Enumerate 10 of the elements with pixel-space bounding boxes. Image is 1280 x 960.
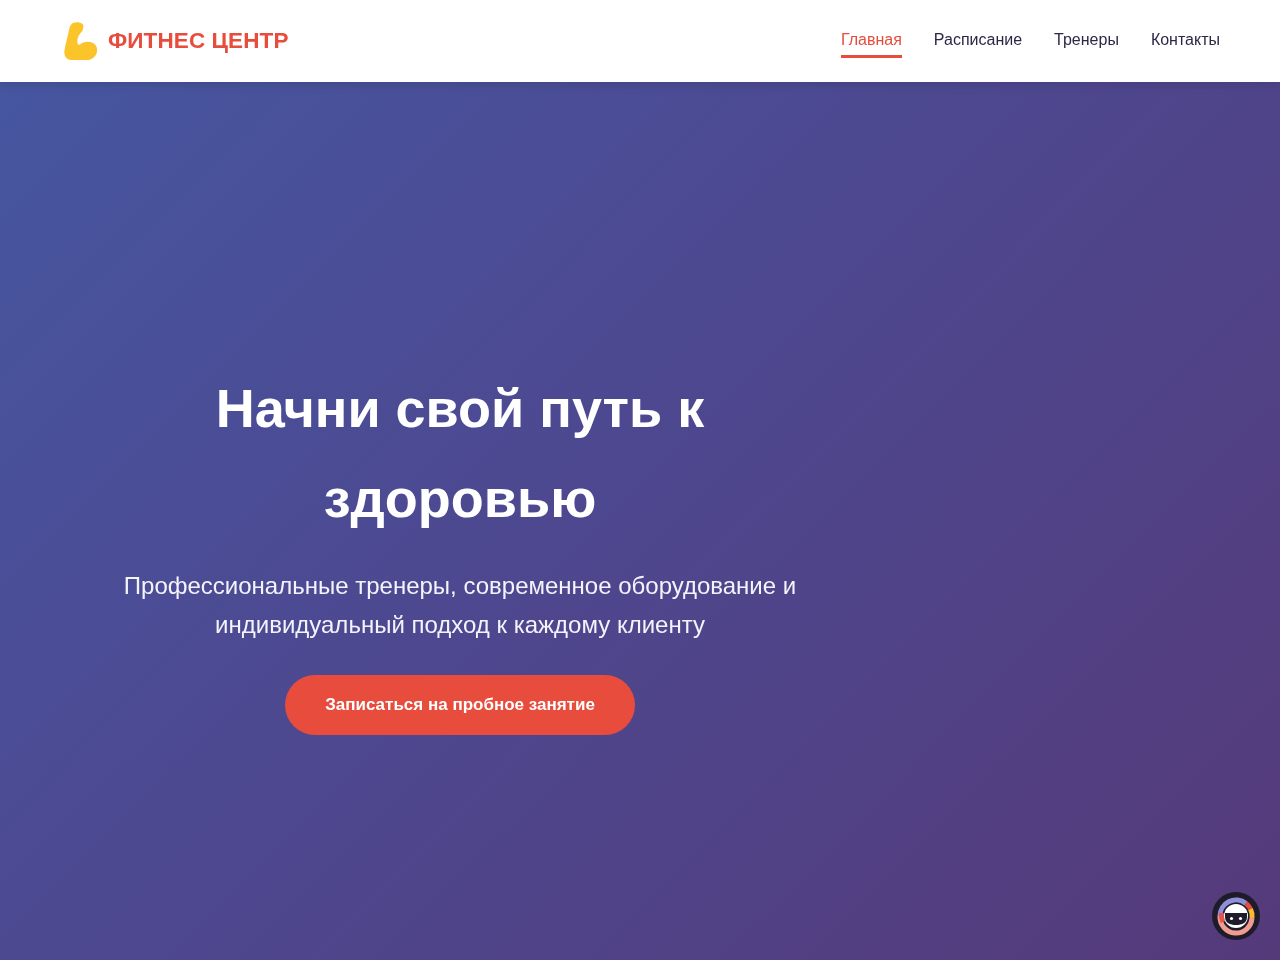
- nav-link[interactable]: Расписание: [933, 24, 1023, 58]
- trial-signup-button[interactable]: Записаться на пробное занятие: [285, 675, 635, 735]
- flexed-arm-icon: [64, 22, 98, 60]
- nav-link[interactable]: Главная: [840, 24, 902, 58]
- nav-link[interactable]: Тренеры: [1054, 24, 1119, 58]
- hero-subtitle: Профессиональные тренеры, современное оборудование и индивидуальный подход к каждому клиенту: [122, 571, 798, 640]
- round-face-icon[interactable]: [1212, 892, 1260, 940]
- hero-title: Начни свой путь к здоровью: [214, 377, 706, 530]
- brand-name: ФИТНЕС ЦЕНТР: [108, 28, 289, 54]
- nav-link[interactable]: Контакты: [1150, 24, 1220, 58]
